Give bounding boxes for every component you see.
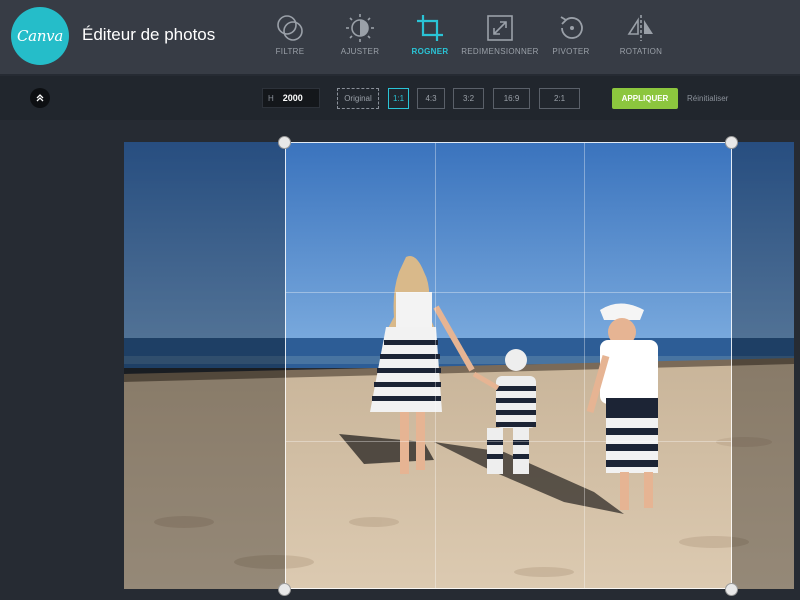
ratio-2-1-button[interactable]: 2:1: [539, 88, 580, 109]
height-value[interactable]: 2000: [283, 93, 303, 103]
resize-icon: [487, 15, 513, 41]
app-title: Éditeur de photos: [82, 25, 216, 44]
adjust-icon: [346, 14, 374, 42]
ratio-1-1-button[interactable]: 1:1: [388, 88, 409, 109]
ratio-4-3-button[interactable]: 4:3: [417, 88, 445, 109]
tool-crop[interactable]: ROGNER: [390, 0, 470, 74]
chevron-up-icon: [36, 94, 44, 102]
photo-canvas[interactable]: [124, 142, 794, 589]
tool-adjust[interactable]: AJUSTER: [320, 0, 400, 74]
crop-handle-bottom-right[interactable]: [725, 583, 738, 596]
crop-handle-top-left[interactable]: [278, 136, 291, 149]
tool-flip-label: ROTATION: [619, 47, 663, 56]
crop-handle-top-right[interactable]: [725, 136, 738, 149]
height-field[interactable]: H 2000: [262, 88, 320, 108]
grid-line: [584, 143, 585, 588]
crop-mask-right: [732, 142, 794, 589]
flip-icon: [627, 15, 653, 41]
ratio-3-2-button[interactable]: 3:2: [453, 88, 484, 109]
crop-box[interactable]: [285, 142, 732, 589]
grid-line: [435, 143, 436, 588]
tool-filter[interactable]: FILTRE: [250, 0, 330, 74]
apply-button[interactable]: APPLIQUER: [612, 88, 678, 109]
tool-flip[interactable]: ROTATION: [601, 0, 681, 74]
filter-icon: [277, 15, 303, 41]
grid-line: [286, 292, 731, 293]
crop-mask-left: [124, 142, 285, 589]
reset-link[interactable]: Réinitialiser: [687, 94, 728, 103]
crop-icon: [417, 15, 443, 41]
crop-toolbar: H 2000 Original 1:1 4:3 3:2 16:9 2:1: [0, 76, 800, 120]
height-label: H: [268, 93, 274, 103]
logo-text: Canva: [17, 27, 63, 45]
crop-handle-bottom-left[interactable]: [278, 583, 291, 596]
tool-resize-label: REDIMENSIONNER: [461, 47, 539, 56]
canva-logo[interactable]: Canva: [11, 7, 69, 65]
rotate-icon: [560, 16, 583, 39]
app-header: Canva Éditeur de photos FILTRE AJUSTER R…: [0, 0, 800, 74]
tool-adjust-label: AJUSTER: [340, 47, 380, 56]
tool-crop-label: ROGNER: [411, 47, 449, 56]
tool-rotate-label: PIVOTER: [552, 47, 590, 56]
collapse-button[interactable]: [30, 88, 50, 108]
ratio-original-button[interactable]: Original: [337, 88, 379, 109]
ratio-16-9-button[interactable]: 16:9: [493, 88, 530, 109]
grid-line: [286, 441, 731, 442]
tool-rotate[interactable]: PIVOTER: [531, 0, 611, 74]
tool-filter-label: FILTRE: [275, 47, 305, 56]
tool-resize[interactable]: REDIMENSIONNER: [460, 0, 540, 74]
